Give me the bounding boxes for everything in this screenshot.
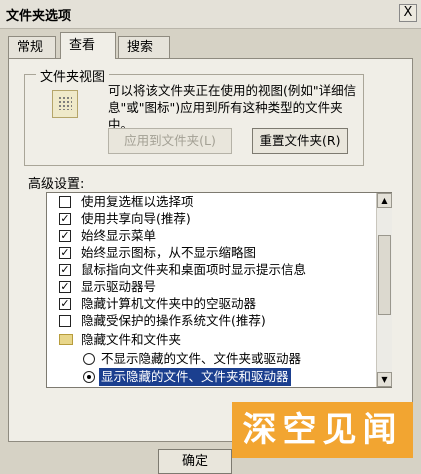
tab-general[interactable]: 常规: [8, 36, 56, 58]
window-title: 文件夹选项: [6, 9, 72, 24]
checkbox-checked-icon[interactable]: ✓: [59, 264, 71, 276]
folder-views-icon: [52, 90, 78, 118]
checkbox-icon[interactable]: [59, 315, 71, 327]
list-scrollbar[interactable]: ▲ ▼: [376, 193, 392, 387]
tab-search[interactable]: 搜索: [118, 36, 170, 58]
advanced-settings-label: 高级设置:: [28, 177, 85, 192]
scroll-up-icon[interactable]: ▲: [377, 193, 392, 208]
ok-button[interactable]: 确定: [158, 449, 232, 474]
checkbox-checked-icon[interactable]: ✓: [59, 230, 71, 242]
close-button[interactable]: X: [399, 4, 417, 22]
scroll-down-icon[interactable]: ▼: [377, 372, 392, 387]
checkbox-checked-icon[interactable]: ✓: [59, 213, 71, 225]
advanced-settings-list[interactable]: 使用复选框以选择项 ✓ 使用共享向导(推荐) ✓ 始终显示菜单 ✓ 始终显示图标…: [46, 192, 392, 388]
folder-views-description: 可以将该文件夹正在使用的视图(例如"详细信息"或"图标")应用到所有这种类型的文…: [108, 83, 357, 132]
checkbox-icon[interactable]: [59, 196, 71, 208]
tab-view[interactable]: 查看: [60, 32, 116, 59]
radio-selected-icon[interactable]: [83, 371, 95, 383]
radio-icon[interactable]: [83, 353, 95, 365]
checkbox-checked-icon[interactable]: ✓: [59, 281, 71, 293]
folder-views-legend: 文件夹视图: [36, 66, 110, 85]
reset-folders-button[interactable]: 重置文件夹(R): [252, 128, 348, 154]
apply-to-folders-button[interactable]: 应用到文件夹(L): [108, 128, 232, 154]
folder-icon: [59, 334, 73, 345]
scroll-thumb[interactable]: [378, 235, 391, 315]
checkbox-checked-icon[interactable]: ✓: [59, 298, 71, 310]
checkbox-checked-icon[interactable]: ✓: [59, 247, 71, 259]
watermark-logo: 深空见闻: [232, 402, 413, 458]
title-bar: 文件夹选项 X: [0, 0, 421, 29]
